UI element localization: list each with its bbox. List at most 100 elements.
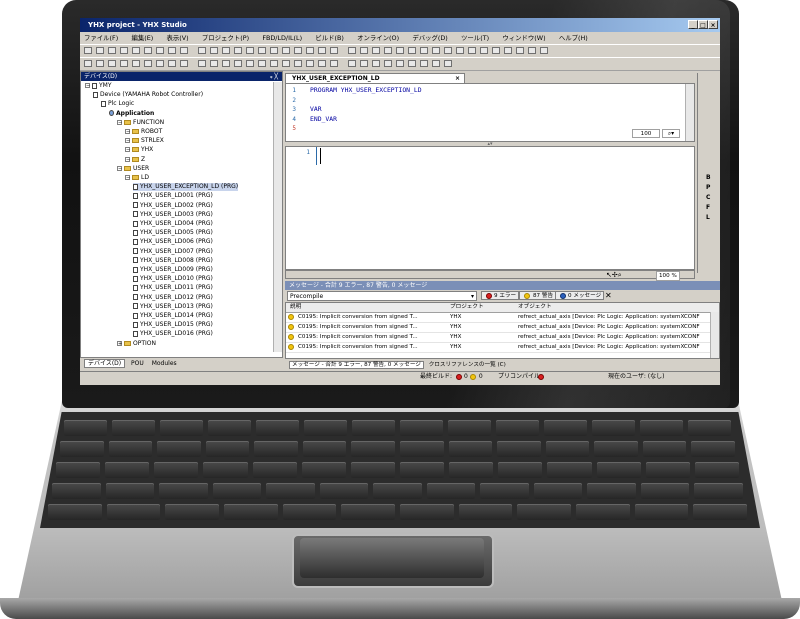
toolbar-button-icon[interactable] [96, 60, 104, 67]
tree-scrollbar[interactable] [273, 82, 282, 352]
editor-tab[interactable]: YHX_USER_EXCEPTION_LD × [285, 73, 465, 83]
toolbar-button-icon[interactable] [108, 60, 116, 67]
decl-scrollbar[interactable] [685, 84, 694, 141]
side-marker[interactable]: L [706, 213, 711, 223]
toolbar-button-icon[interactable] [372, 60, 380, 67]
tree-item[interactable]: + OPTION [117, 340, 156, 348]
zoom-icon[interactable]: ⌕▾ [662, 129, 680, 138]
toolbar-button-icon[interactable] [294, 47, 302, 54]
toolbar-button-icon[interactable] [318, 47, 326, 54]
menu-tools[interactable]: ツール(T) [461, 34, 489, 42]
menu-project[interactable]: プロジェクト(P) [202, 34, 249, 42]
tab-crossref[interactable]: クロスリファレンスの一覧 (C) [429, 362, 506, 368]
panel-pin-icon[interactable]: ᵩ ╳ [270, 72, 278, 81]
toolbar-button-icon[interactable] [168, 47, 176, 54]
declaration-editor[interactable]: 1 PROGRAM YHX_USER_EXCEPTION_LD 2 3 VAR 4 END_… [285, 83, 695, 142]
close-button[interactable]: × [708, 20, 718, 29]
clear-icon[interactable]: ✕ [605, 291, 612, 301]
toolbar-button-icon[interactable] [444, 47, 452, 54]
tree-item[interactable]: − YHX [125, 146, 153, 154]
tab-messages[interactable]: メッセージ - 合計 9 エラー, 87 警告, 0 メッセージ [289, 361, 424, 369]
tree-item[interactable]: − Z [125, 156, 145, 164]
toolbar-button-icon[interactable] [210, 60, 218, 67]
toolbar-button-icon[interactable] [258, 47, 266, 54]
toolbar-button-icon[interactable] [84, 60, 92, 67]
toolbar-button-icon[interactable] [432, 60, 440, 67]
toolbar-button-icon[interactable] [144, 60, 152, 67]
tree-item[interactable]: YHX_USER_LD004 (PRG) [133, 220, 213, 228]
toolbar-button-icon[interactable] [384, 47, 392, 54]
expand-toggle-icon[interactable]: − [85, 83, 90, 89]
toolbar-button-icon[interactable] [330, 60, 338, 67]
tree-item[interactable]: YHX_USER_LD011 (PRG) [133, 284, 213, 292]
tab-pou[interactable]: POU [131, 360, 144, 367]
toolbar-button-icon[interactable] [420, 47, 428, 54]
toolbar-button-icon[interactable] [258, 60, 266, 67]
table-row[interactable]: C0195: Implicit conversion from signed T… [286, 313, 710, 323]
expand-toggle-icon[interactable]: − [125, 175, 130, 181]
toolbar-button-icon[interactable] [234, 60, 242, 67]
errors-button[interactable]: 9 エラー [481, 291, 520, 300]
messages-scrollbar[interactable] [710, 312, 719, 358]
toolbar-button-icon[interactable] [282, 47, 290, 54]
toolbar-button-icon[interactable] [360, 47, 368, 54]
toolbar-button-icon[interactable] [198, 60, 206, 67]
message-filter-select[interactable]: Precompile ▾ [287, 291, 477, 301]
toolbar-button-icon[interactable] [234, 47, 242, 54]
toolbar-button-icon[interactable] [108, 47, 116, 54]
toolbar-button-icon[interactable] [330, 47, 338, 54]
tree-item[interactable]: − FUNCTION [117, 119, 164, 127]
tree-item[interactable]: − YMY [85, 82, 112, 90]
toolbar-button-icon[interactable] [198, 47, 206, 54]
tree-item[interactable]: YHX_USER_LD014 (PRG) [133, 312, 213, 320]
toolbar-button-icon[interactable] [528, 47, 536, 54]
toolbar-button-icon[interactable] [396, 60, 404, 67]
toolbar-button-icon[interactable] [132, 60, 140, 67]
col-project[interactable]: プロジェクト [450, 303, 484, 312]
expand-toggle-icon[interactable]: − [117, 119, 122, 125]
toolbar-button-icon[interactable] [408, 60, 416, 67]
tree-item[interactable]: YHX_USER_LD003 (PRG) [133, 211, 213, 219]
tree-item[interactable]: Application [109, 110, 154, 118]
toolbar-button-icon[interactable] [318, 60, 326, 67]
messages-button[interactable]: 0 メッセージ [555, 291, 605, 300]
toolbar-button-icon[interactable] [516, 47, 524, 54]
tree-item[interactable]: YHX_USER_LD012 (PRG) [133, 294, 213, 302]
toolbar-button-icon[interactable] [120, 47, 128, 54]
menu-build[interactable]: ビルド(B) [315, 34, 344, 42]
toolbar-button-icon[interactable] [420, 60, 428, 67]
expand-toggle-icon[interactable]: − [125, 138, 130, 144]
tree-item[interactable]: YHX_USER_LD013 (PRG) [133, 303, 213, 311]
impl-zoom[interactable]: 100 % [656, 271, 680, 281]
pointer-tool-icon[interactable]: ↖✢⌕ [606, 271, 622, 279]
tree-item[interactable]: − LD [125, 174, 149, 182]
col-object[interactable]: オブジェクト [518, 303, 552, 312]
toolbar-button-icon[interactable] [372, 47, 380, 54]
toolbar-button-icon[interactable] [246, 60, 254, 67]
table-row[interactable]: C0195: Implicit conversion from signed T… [286, 333, 710, 343]
col-description[interactable]: 説明 [290, 303, 301, 312]
toolbar-button-icon[interactable] [168, 60, 176, 67]
tree-item[interactable]: YHX_USER_LD007 (PRG) [133, 248, 213, 256]
minimize-button[interactable]: _ [688, 20, 698, 29]
toolbar-button-icon[interactable] [156, 60, 164, 67]
tree-item[interactable]: YHX_USER_LD016 (PRG) [133, 330, 213, 338]
toolbar-button-icon[interactable] [246, 47, 254, 54]
toolbar-button-icon[interactable] [96, 47, 104, 54]
toolbar-button-icon[interactable] [180, 60, 188, 67]
toolbar-button-icon[interactable] [270, 47, 278, 54]
expand-toggle-icon[interactable]: − [125, 147, 130, 153]
expand-toggle-icon[interactable]: − [125, 156, 130, 162]
maximize-button[interactable]: □ [698, 20, 708, 29]
toolbar-button-icon[interactable] [348, 60, 356, 67]
toolbar-button-icon[interactable] [348, 47, 356, 54]
toolbar-button-icon[interactable] [360, 60, 368, 67]
toolbar-button-icon[interactable] [156, 47, 164, 54]
toolbar-button-icon[interactable] [384, 60, 392, 67]
side-marker[interactable]: P [706, 183, 711, 193]
tree-item[interactable]: YHX_USER_LD010 (PRG) [133, 275, 213, 283]
toolbar-button-icon[interactable] [456, 47, 464, 54]
toolbar-button-icon[interactable] [84, 47, 92, 54]
menu-file[interactable]: ファイル(F) [84, 34, 118, 42]
toolbar-button-icon[interactable] [120, 60, 128, 67]
